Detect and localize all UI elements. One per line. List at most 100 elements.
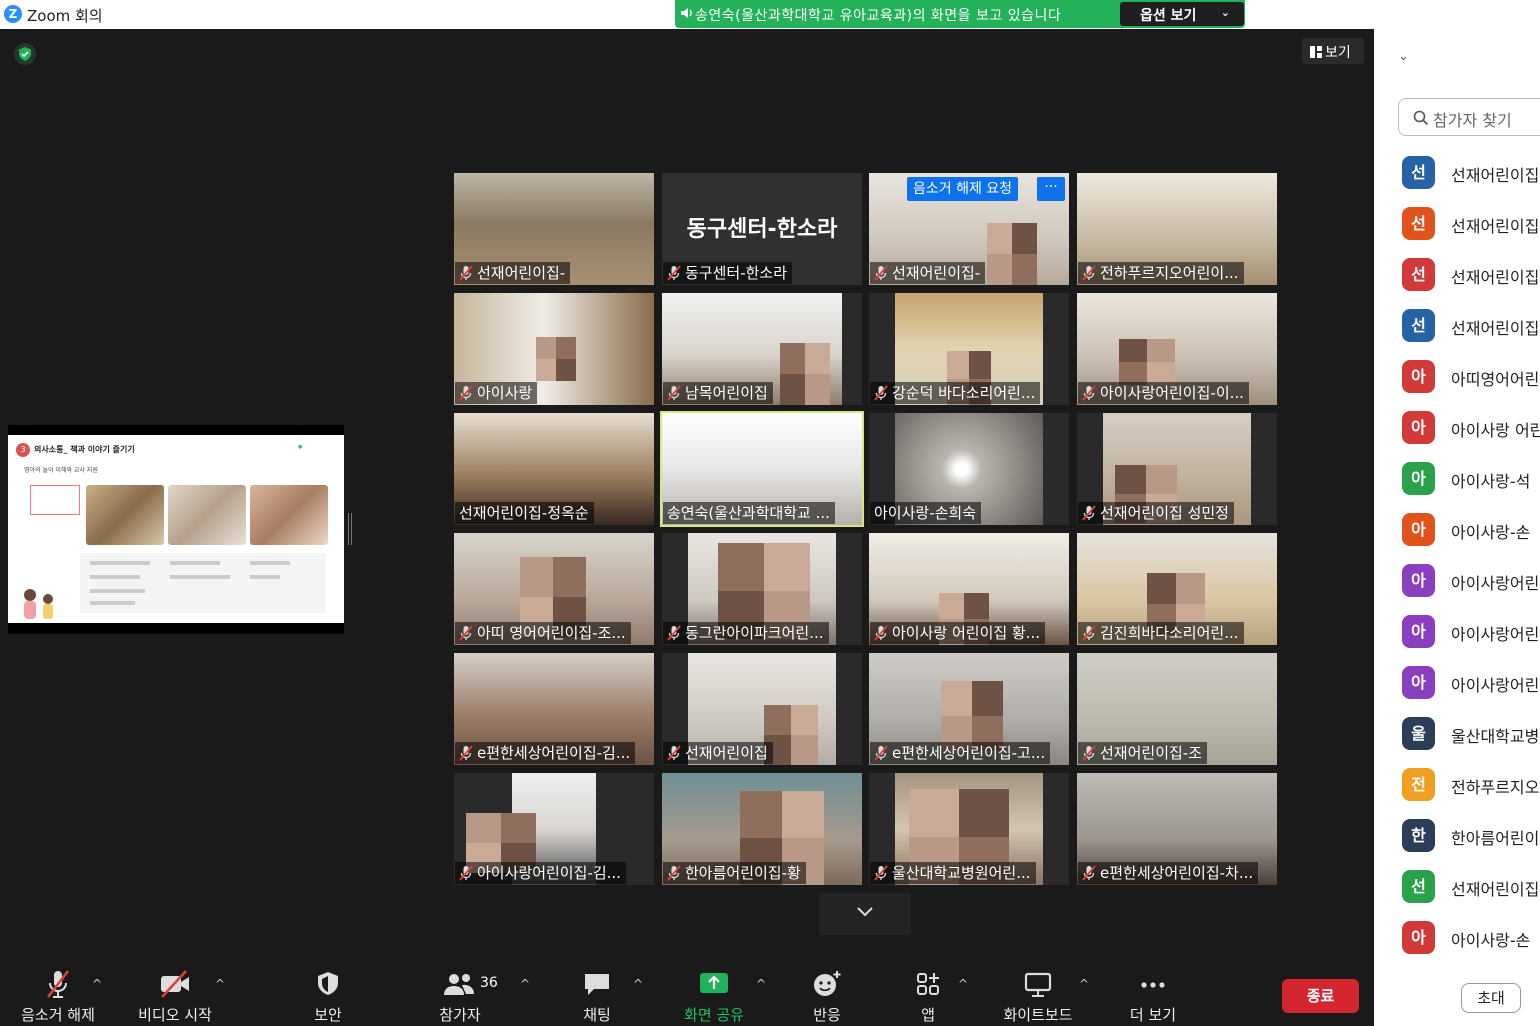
video-tile[interactable]: e편한세상어린이집-차...	[1077, 773, 1277, 885]
slide-number: 3	[16, 443, 30, 457]
audio-options-caret[interactable]: ^	[92, 977, 102, 991]
video-tile[interactable]: 선재어린이집-조	[1077, 653, 1277, 765]
video-tile[interactable]: 한아름어린이집-황	[662, 773, 862, 885]
participant-list-item[interactable]: 아 아이사랑어린	[1374, 659, 1540, 710]
gallery-next-page-button[interactable]	[819, 893, 911, 935]
start-video-button[interactable]: 비디오 시작	[132, 957, 218, 1026]
more-button[interactable]: 더 보기	[1122, 957, 1184, 1026]
share-screen-button[interactable]: 화면 공유	[678, 957, 750, 1026]
view-options-button[interactable]: 옵션 보기 ⌄	[1120, 2, 1244, 26]
apps-button[interactable]: 앱	[906, 957, 950, 1026]
participant-list-item[interactable]: 선 선재어린이집	[1374, 149, 1540, 200]
participant-list-item[interactable]: 선 선재어린이집	[1374, 302, 1540, 353]
mic-muted-icon	[1082, 865, 1096, 881]
participant-name: 아띠 영어어린이집-조...	[477, 624, 626, 642]
avatar: 선	[1402, 870, 1435, 903]
security-button[interactable]: 보안	[298, 957, 358, 1026]
participant-list-item[interactable]: 아 아이사랑-손	[1374, 914, 1540, 965]
video-tile[interactable]: 선재어린이집-정옥순	[454, 413, 654, 525]
shared-screen-view[interactable]: 3 의사소통_ 책과 이야기 즐기기 ● 영아의 놀이 이해와 교사 지원	[8, 425, 344, 634]
mic-muted-icon	[459, 625, 473, 641]
video-tile[interactable]: e편한세상어린이집-고...	[869, 653, 1069, 765]
video-options-caret[interactable]: ^	[215, 977, 225, 991]
video-tile[interactable]: 동그란아이파크어린...	[662, 533, 862, 645]
video-tile[interactable]: 선재어린이집 성민정	[1077, 413, 1277, 525]
participant-list-item[interactable]: 아 아이사랑어린	[1374, 608, 1540, 659]
video-tile[interactable]: e편한세상어린이집-김...	[454, 653, 654, 765]
participant-list-item[interactable]: 울 울산대학교병	[1374, 710, 1540, 761]
video-tile[interactable]: 아이사랑 어린이집 황...	[869, 533, 1069, 645]
participant-list-name: 선재어린이집	[1451, 268, 1540, 287]
participants-icon	[444, 974, 474, 995]
video-tile[interactable]: 남목어린이집	[662, 293, 862, 405]
participants-options-caret[interactable]: ^	[520, 977, 530, 991]
video-tile[interactable]: 선재어린이집-	[454, 173, 654, 285]
chat-options-caret[interactable]: ^	[633, 977, 643, 991]
slide-photo	[250, 485, 328, 545]
participant-name-label: 선재어린이집 성민정	[1078, 502, 1234, 524]
unmute-button[interactable]: 음소거 해제	[14, 957, 102, 1026]
video-tile[interactable]: 아이사랑어린이집-김...	[454, 773, 654, 885]
ask-to-unmute-button[interactable]: 음소거 해제 요청	[907, 177, 1019, 201]
video-tile[interactable]: 울산대학교병원어린...	[869, 773, 1069, 885]
participant-list-item[interactable]: 선 선재어린이집	[1374, 251, 1540, 302]
participants-button[interactable]: 참가자	[428, 957, 492, 1026]
zoom-logo-icon: Z	[4, 5, 22, 23]
whiteboard-options-caret[interactable]: ^	[1079, 977, 1089, 991]
share-options-caret[interactable]: ^	[756, 977, 766, 991]
video-tile[interactable]: 전하푸르지오어린이...	[1077, 173, 1277, 285]
participant-name: 선재어린이집 성민정	[1100, 504, 1229, 522]
video-tile[interactable]: 선재어린이집	[662, 653, 862, 765]
participant-list-item[interactable]: 한 한아름어린이	[1374, 812, 1540, 863]
avatar: 아	[1402, 564, 1435, 597]
unmute-label: 음소거 해제	[21, 1006, 95, 1024]
video-tile[interactable]: 동구센터-한소라 동구센터-한소라	[662, 173, 862, 285]
mic-muted-icon	[459, 745, 473, 761]
participant-list-item[interactable]: 아 아이사랑-석	[1374, 455, 1540, 506]
participant-display-name: 동구센터-한소라	[686, 217, 838, 242]
participant-search-input[interactable]: 참가자 찾기	[1398, 98, 1540, 136]
video-tile[interactable]: 김진희바다소리어린...	[1077, 533, 1277, 645]
participant-name-label: 선재어린이집	[663, 742, 773, 764]
video-tile[interactable]: 송연숙(울산과학대학교 ...	[660, 411, 864, 527]
participant-list-name: 한아름어린이	[1451, 829, 1540, 848]
video-tile[interactable]: 강순덕 바다소리어린...	[869, 293, 1069, 405]
participant-list-name: 아이사랑어린	[1451, 625, 1540, 644]
tile-more-options-button[interactable]: ···	[1037, 177, 1065, 201]
video-tile[interactable]: 아이사랑	[454, 293, 654, 405]
video-tile[interactable]: 아띠 영어어린이집-조...	[454, 533, 654, 645]
participant-list-item[interactable]: 아 아이사랑 어린	[1374, 404, 1540, 455]
chat-button[interactable]: 채팅	[568, 957, 626, 1026]
participant-list-item[interactable]: 아 아띠영어어린	[1374, 353, 1540, 404]
slide-subtitle: 영아의 놀이 이해와 교사 지원	[24, 467, 98, 474]
mic-muted-icon	[1082, 265, 1096, 281]
video-tile[interactable]: 아이사랑어린이집-이...	[1077, 293, 1277, 405]
view-button[interactable]: 보기	[1302, 38, 1364, 64]
mic-muted-icon	[667, 385, 681, 401]
slide-table	[80, 553, 326, 613]
encryption-shield-icon[interactable]	[14, 43, 36, 65]
participant-list-item[interactable]: 아 아이사랑-손	[1374, 506, 1540, 557]
meeting-toolbar: 음소거 해제 ^ 비디오 시작 ^ 보안 참가자 36 ^ 채팅 ^ 화면 공유…	[0, 957, 1374, 1026]
whiteboard-button[interactable]: 화이트보드	[998, 957, 1078, 1026]
participant-name: 아이사랑	[477, 384, 533, 402]
search-icon	[1413, 110, 1429, 126]
participant-list-item[interactable]: 아 아이사랑어린	[1374, 557, 1540, 608]
end-meeting-button[interactable]: 종료	[1282, 979, 1359, 1013]
participant-list-item[interactable]: 전 전하푸르지오	[1374, 761, 1540, 812]
gallery-view-icon	[1310, 46, 1322, 58]
apps-options-caret[interactable]: ^	[958, 977, 968, 991]
participant-name-label: 아이사랑-손희숙	[870, 502, 982, 524]
slide-illustration	[24, 589, 53, 619]
video-tile[interactable]: 아이사랑-손희숙	[869, 413, 1069, 525]
splitter-handle[interactable]	[348, 513, 352, 545]
reactions-button[interactable]: 반응	[802, 957, 852, 1026]
participant-list-item[interactable]: 선 선재어린이집	[1374, 863, 1540, 914]
invite-button[interactable]: 초대	[1461, 983, 1521, 1013]
avatar: 아	[1402, 411, 1435, 444]
participant-list-item[interactable]: 선 선재어린이집	[1374, 200, 1540, 251]
collapse-panel-chevron-icon[interactable]: ⌄	[1398, 49, 1409, 64]
mic-muted-icon	[1082, 625, 1096, 641]
video-tile[interactable]: 음소거 해제 요청 ··· 선재어린이집-	[869, 173, 1069, 285]
mic-muted-icon	[1082, 745, 1096, 761]
